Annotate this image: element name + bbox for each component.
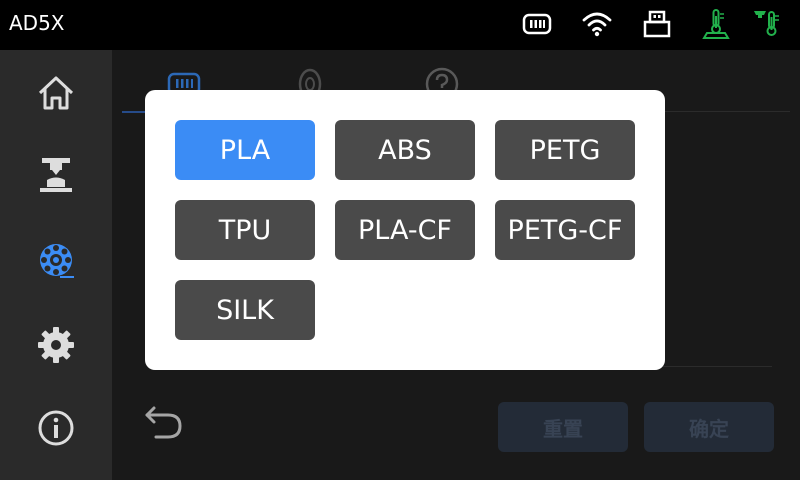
confirm-button[interactable]: 确定 [644, 402, 774, 452]
material-option-pla-cf[interactable]: PLA-CF [335, 200, 475, 260]
filament-slot-icon[interactable] [521, 8, 553, 40]
material-option-tpu[interactable]: TPU [175, 200, 315, 260]
sidebar-item-home[interactable] [36, 73, 76, 113]
nozzle-temperature-icon[interactable] [700, 8, 732, 40]
material-option-pla[interactable]: PLA [175, 120, 315, 180]
back-button[interactable] [142, 400, 186, 444]
home-icon [38, 76, 74, 110]
device-name: AD5X [9, 11, 65, 35]
material-picker-dialog: PLA ABS PETG TPU PLA-CF PETG-CF SILK [145, 90, 665, 370]
back-arrow-icon [145, 406, 182, 439]
sidebar [0, 50, 112, 480]
wifi-icon[interactable] [581, 8, 613, 40]
material-option-silk[interactable]: SILK [175, 280, 315, 340]
status-bar: AD5X [0, 0, 800, 50]
sidebar-item-filament[interactable] [36, 240, 76, 280]
sidebar-item-info[interactable] [36, 408, 76, 448]
usb-drive-icon[interactable] [641, 8, 673, 40]
sidebar-item-settings[interactable] [36, 325, 76, 365]
material-option-petg-cf[interactable]: PETG-CF [495, 200, 635, 260]
sidebar-item-print[interactable] [36, 155, 76, 195]
info-icon [38, 410, 74, 446]
printer-nozzle-icon [40, 158, 72, 192]
filament-spool-icon [40, 244, 74, 278]
bed-temperature-icon[interactable] [752, 8, 784, 40]
gear-icon [38, 327, 74, 363]
material-option-petg[interactable]: PETG [495, 120, 635, 180]
reset-button[interactable]: 重置 [498, 402, 628, 452]
material-option-abs[interactable]: ABS [335, 120, 475, 180]
